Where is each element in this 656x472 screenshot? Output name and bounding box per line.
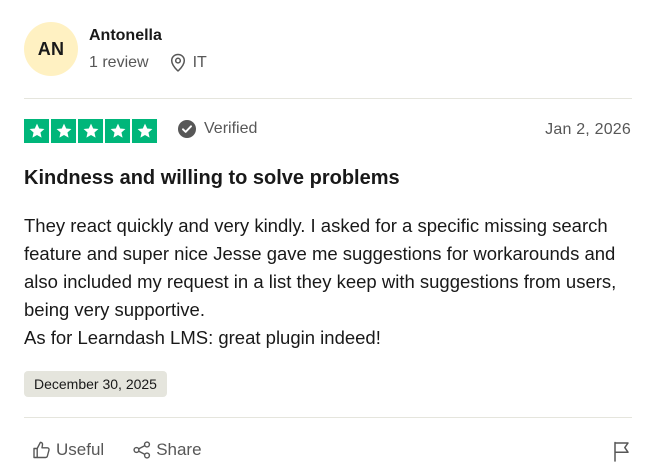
star-icon	[78, 119, 103, 143]
verified-badge[interactable]: Verified	[178, 120, 257, 138]
reviewer-country: IT	[192, 54, 207, 71]
star-rating	[24, 119, 157, 143]
review-actions: Useful Share	[32, 440, 202, 460]
avatar[interactable]: AN	[24, 22, 78, 76]
review-body: They react quickly and very kindly. I as…	[24, 212, 636, 352]
footer-divider	[24, 417, 632, 418]
header-divider	[24, 98, 632, 99]
review-date: Jan 2, 2026	[545, 121, 631, 138]
verified-check-icon	[178, 120, 196, 138]
location-pin-icon	[169, 53, 187, 73]
review-title[interactable]: Kindness and willing to solve problems	[24, 167, 400, 190]
review-count: 1 review	[89, 54, 149, 71]
reviewer-meta: 1 review IT	[89, 53, 207, 73]
review-body-paragraph: As for Learndash LMS: great plugin indee…	[24, 327, 381, 348]
verified-label: Verified	[204, 120, 258, 137]
useful-label: Useful	[56, 440, 105, 459]
useful-button[interactable]: Useful	[32, 440, 104, 460]
share-button[interactable]: Share	[132, 440, 202, 460]
experience-date-badge: December 30, 2025	[24, 371, 167, 397]
flag-icon	[614, 441, 629, 462]
reviewer-name[interactable]: Antonella	[89, 27, 162, 45]
star-icon	[24, 119, 49, 143]
star-icon	[105, 119, 130, 143]
star-icon	[51, 119, 76, 143]
review-card: AN Antonella 1 review IT Verified Jan 2,…	[0, 0, 656, 472]
report-flag-button[interactable]	[612, 440, 632, 462]
thumbs-up-icon	[33, 441, 50, 459]
share-icon	[133, 441, 151, 459]
star-icon	[132, 119, 157, 143]
review-body-paragraph: They react quickly and very kindly. I as…	[24, 215, 617, 320]
share-label: Share	[156, 440, 202, 459]
